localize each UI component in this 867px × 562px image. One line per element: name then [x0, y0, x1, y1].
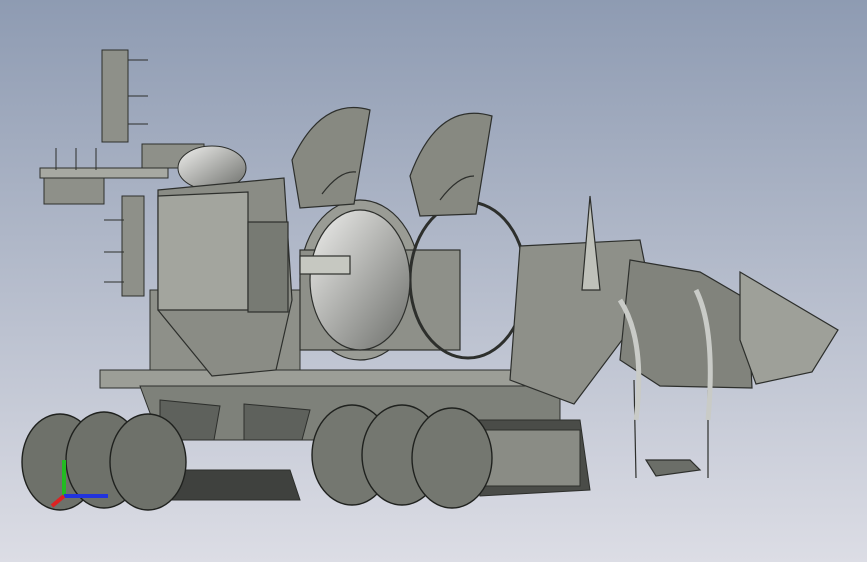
cad-viewport[interactable] [0, 0, 867, 562]
wheels-front [311, 404, 493, 509]
triad-z-axis [50, 494, 66, 508]
drum-assembly [299, 199, 528, 361]
orientation-triad [50, 460, 108, 508]
fan-scoops [291, 106, 493, 217]
3d-model-vehicle[interactable] [0, 0, 867, 562]
